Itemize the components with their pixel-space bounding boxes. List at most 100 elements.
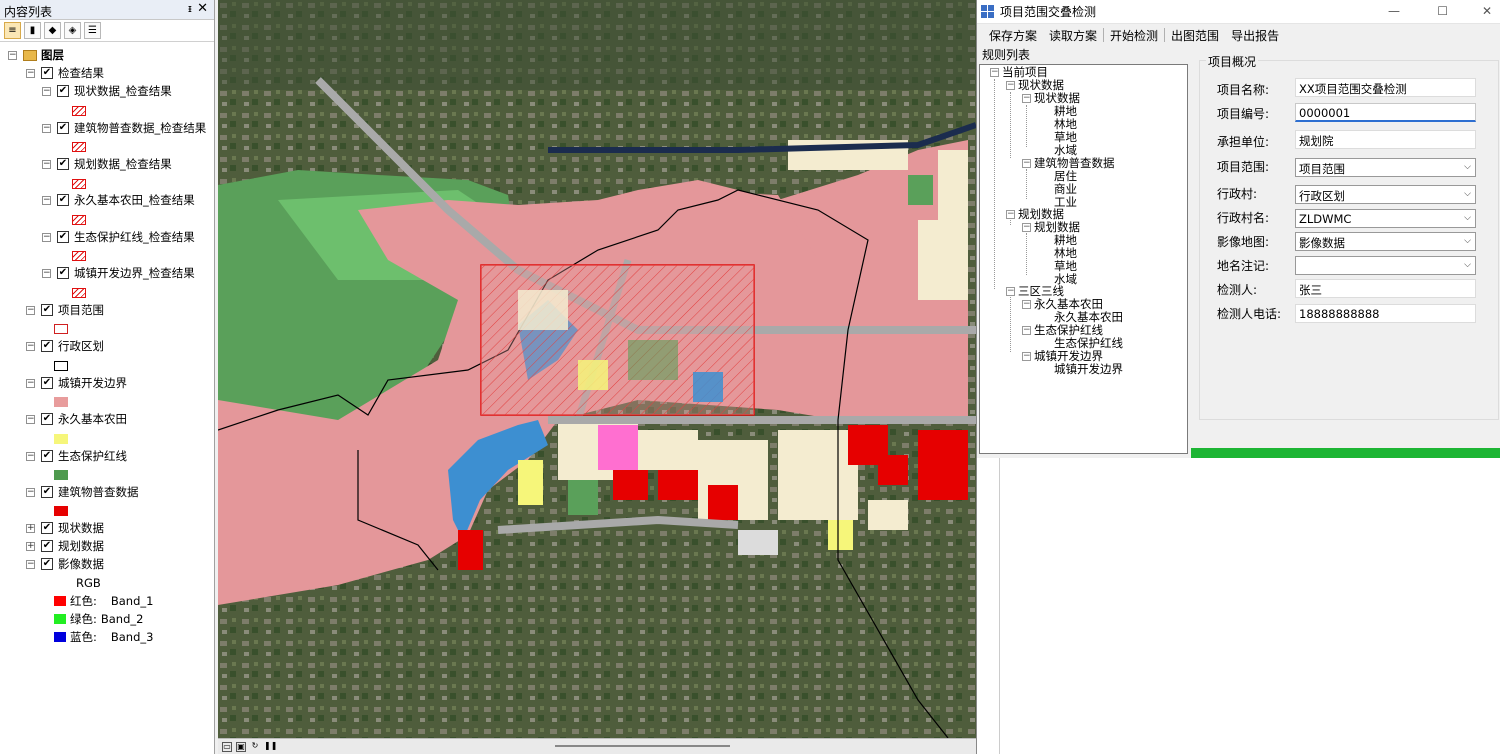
layer-item[interactable]: − ✔ 行政区划: [26, 338, 104, 354]
progress-bar: [1191, 448, 1500, 458]
collapse-icon[interactable]: −: [26, 487, 35, 497]
collapse-icon[interactable]: −: [1022, 326, 1031, 335]
layer-item[interactable]: − ✔ 生态保护红线_检查结果: [42, 229, 195, 245]
village-name-select[interactable]: ZLDWMC ⌵: [1295, 209, 1476, 228]
expand-icon[interactable]: +: [26, 541, 35, 551]
checkbox-icon[interactable]: ✔: [41, 67, 53, 79]
collapse-icon[interactable]: −: [26, 68, 35, 78]
pin-icon[interactable]: ᵻ: [188, 2, 192, 15]
checkbox-icon[interactable]: ✔: [57, 85, 69, 97]
collapse-icon[interactable]: −: [26, 378, 35, 388]
collapse-icon[interactable]: −: [1022, 94, 1031, 103]
checkbox-icon[interactable]: ✔: [41, 340, 53, 352]
band-value: Band_1: [110, 594, 154, 608]
checkbox-icon[interactable]: ✔: [57, 194, 69, 206]
layer-item[interactable]: + ✔ 规划数据: [26, 538, 104, 554]
collapse-icon[interactable]: −: [26, 414, 35, 424]
collapse-icon[interactable]: −: [1022, 159, 1031, 168]
collapse-icon[interactable]: −: [1022, 300, 1031, 309]
horizontal-scrollbar[interactable]: [555, 745, 730, 747]
unit-label: 承担单位:: [1217, 135, 1270, 149]
checkbox-icon[interactable]: ✔: [57, 231, 69, 243]
list-by-source-icon[interactable]: ▮: [24, 22, 41, 39]
checkbox-icon[interactable]: ✔: [57, 267, 69, 279]
collapse-icon[interactable]: −: [42, 195, 51, 205]
menu-save-scheme[interactable]: 保存方案: [983, 27, 1043, 44]
dialog-title: 项目范围交叠检测: [1000, 5, 1097, 19]
project-name-input[interactable]: XX项目范围交叠检测: [1295, 78, 1476, 97]
layer-item[interactable]: − ✔ 永久基本农田_检查结果: [42, 192, 195, 208]
layer-item[interactable]: − ✔ 永久基本农田: [26, 411, 127, 427]
collapse-icon[interactable]: −: [26, 451, 35, 461]
layout-view-icon[interactable]: ▣: [236, 741, 246, 752]
layer-item[interactable]: − ✔ 建筑物普查数据_检查结果: [42, 120, 206, 136]
map-view[interactable]: [218, 0, 976, 738]
layer-item[interactable]: − ✔ 城镇开发边界: [26, 375, 127, 391]
layer-item[interactable]: − ✔ 规划数据_检查结果: [42, 156, 172, 172]
collapse-icon[interactable]: −: [26, 305, 35, 315]
pause-icon[interactable]: ❚❚: [264, 741, 277, 752]
refresh-icon[interactable]: ↻: [250, 741, 260, 752]
checkbox-icon[interactable]: ✔: [41, 377, 53, 389]
collapse-icon[interactable]: −: [42, 123, 51, 133]
close-button[interactable]: ✕: [1482, 4, 1492, 18]
collapse-icon[interactable]: −: [1006, 287, 1015, 296]
options-icon[interactable]: ☰: [84, 22, 101, 39]
image-map-select[interactable]: 影像数据 ⌵: [1295, 232, 1476, 251]
collapse-icon[interactable]: −: [990, 68, 999, 77]
result-area: [977, 458, 1500, 754]
collapse-icon[interactable]: −: [42, 232, 51, 242]
collapse-icon[interactable]: −: [1006, 210, 1015, 219]
village-select[interactable]: 行政区划 ⌵: [1295, 185, 1476, 204]
layer-item[interactable]: − ✔ 现状数据_检查结果: [42, 83, 172, 99]
checkbox-icon[interactable]: ✔: [41, 486, 53, 498]
menu-map-extent[interactable]: 出图范围: [1165, 27, 1225, 44]
collapse-icon[interactable]: −: [42, 159, 51, 169]
checkbox-icon[interactable]: ✔: [41, 450, 53, 462]
list-by-drawing-order-icon[interactable]: ≡: [4, 22, 21, 39]
inspector-input[interactable]: 张三: [1295, 279, 1476, 298]
group-check-results[interactable]: − ✔ 检查结果: [26, 65, 104, 81]
project-code-input[interactable]: 0000001: [1295, 103, 1476, 122]
checkbox-icon[interactable]: ✔: [57, 158, 69, 170]
collapse-icon[interactable]: −: [26, 341, 35, 351]
rules-tree[interactable]: − 当前项目 − 现状数据 − 现状数据 耕地 林地 草地 水域 − 建筑物普查…: [979, 64, 1188, 454]
inspector-phone-input[interactable]: 18888888888: [1295, 304, 1476, 323]
menu-start-check[interactable]: 开始检测: [1104, 27, 1164, 44]
project-range-select[interactable]: 项目范围 ⌵: [1295, 158, 1476, 177]
project-code-label: 项目编号:: [1217, 107, 1270, 121]
layers-root[interactable]: − 图层: [8, 47, 64, 63]
chevron-down-icon: ⌵: [1464, 260, 1471, 270]
data-view-icon[interactable]: ▭: [222, 741, 232, 752]
layer-item[interactable]: − ✔ 城镇开发边界_检查结果: [42, 265, 195, 281]
collapse-icon[interactable]: −: [1022, 223, 1031, 232]
close-icon[interactable]: ✕: [197, 1, 208, 16]
layer-item[interactable]: − ✔ 生态保护红线: [26, 448, 127, 464]
collapse-icon[interactable]: −: [42, 86, 51, 96]
minimize-button[interactable]: —: [1388, 4, 1400, 18]
checkbox-icon[interactable]: ✔: [57, 122, 69, 134]
collapse-icon[interactable]: −: [8, 50, 17, 60]
menu-load-scheme[interactable]: 读取方案: [1043, 27, 1103, 44]
menu-export-report[interactable]: 导出报告: [1225, 27, 1285, 44]
layer-item[interactable]: + ✔ 现状数据: [26, 520, 104, 536]
checkbox-icon[interactable]: ✔: [41, 413, 53, 425]
checkbox-icon[interactable]: ✔: [41, 558, 53, 570]
list-by-selection-icon[interactable]: ◈: [64, 22, 81, 39]
checkbox-icon[interactable]: ✔: [41, 540, 53, 552]
collapse-icon[interactable]: −: [26, 559, 35, 569]
unit-input[interactable]: 规划院: [1295, 130, 1476, 149]
checkbox-icon[interactable]: ✔: [41, 304, 53, 316]
collapse-icon[interactable]: −: [42, 268, 51, 278]
layer-item[interactable]: − ✔ 影像数据: [26, 556, 104, 572]
collapse-icon[interactable]: −: [1006, 81, 1015, 90]
collapse-icon[interactable]: −: [1022, 352, 1031, 361]
layer-item[interactable]: − ✔ 项目范围: [26, 302, 104, 318]
layer-item[interactable]: − ✔ 建筑物普查数据: [26, 484, 139, 500]
place-annotation-select[interactable]: ⌵: [1295, 256, 1476, 275]
expand-icon[interactable]: +: [26, 523, 35, 533]
checkbox-icon[interactable]: ✔: [41, 522, 53, 534]
tree-leaf[interactable]: 城镇开发边界: [1054, 363, 1123, 376]
list-by-visibility-icon[interactable]: ◆: [44, 22, 61, 39]
maximize-button[interactable]: ☐: [1437, 4, 1448, 18]
